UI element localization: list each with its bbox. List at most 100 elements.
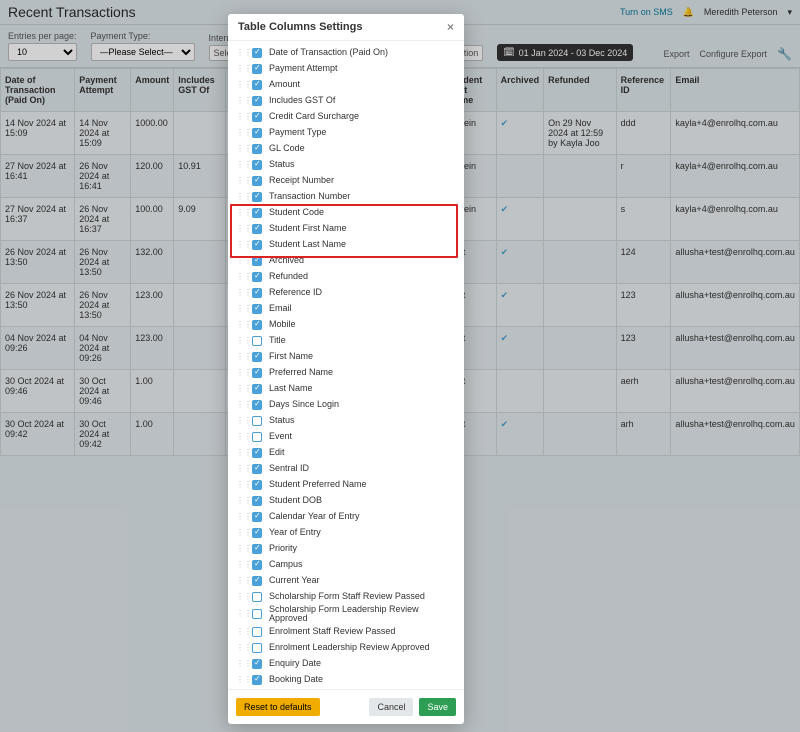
drag-handle-icon[interactable]: ⋮⋮ [236,561,244,569]
column-option[interactable]: ⋮⋮Status [234,413,458,429]
column-option[interactable]: ⋮⋮Title [234,333,458,349]
column-checkbox[interactable] [252,80,262,90]
column-option[interactable]: ⋮⋮Booking Date [234,672,458,688]
column-checkbox[interactable] [252,256,262,266]
drag-handle-icon[interactable]: ⋮⋮ [236,193,244,201]
column-option[interactable]: ⋮⋮Year of Entry [234,525,458,541]
column-checkbox[interactable] [252,208,262,218]
column-option[interactable]: ⋮⋮Enrolment Staff Review Passed [234,624,458,640]
column-checkbox[interactable] [252,464,262,474]
drag-handle-icon[interactable]: ⋮⋮ [236,209,244,217]
column-checkbox[interactable] [252,368,262,378]
column-option[interactable]: ⋮⋮GL Code [234,141,458,157]
column-checkbox[interactable] [252,352,262,362]
column-checkbox[interactable] [252,384,262,394]
column-checkbox[interactable] [252,627,262,637]
drag-handle-icon[interactable]: ⋮⋮ [236,449,244,457]
drag-handle-icon[interactable]: ⋮⋮ [236,65,244,73]
column-option[interactable]: ⋮⋮Credit Card Surcharge [234,109,458,125]
drag-handle-icon[interactable]: ⋮⋮ [236,497,244,505]
column-checkbox[interactable] [252,304,262,314]
drag-handle-icon[interactable]: ⋮⋮ [236,545,244,553]
column-option[interactable]: ⋮⋮Mobile [234,317,458,333]
column-option[interactable]: ⋮⋮Status [234,157,458,173]
drag-handle-icon[interactable]: ⋮⋮ [236,129,244,137]
column-checkbox[interactable] [252,544,262,554]
drag-handle-icon[interactable]: ⋮⋮ [236,610,244,618]
drag-handle-icon[interactable]: ⋮⋮ [236,644,244,652]
cancel-button[interactable]: Cancel [369,698,413,716]
drag-handle-icon[interactable]: ⋮⋮ [236,593,244,601]
drag-handle-icon[interactable]: ⋮⋮ [236,660,244,668]
close-icon[interactable]: × [447,20,454,34]
column-option[interactable]: ⋮⋮Scholarship Form Staff Review Passed [234,589,458,605]
drag-handle-icon[interactable]: ⋮⋮ [236,385,244,393]
save-button[interactable]: Save [419,698,456,716]
drag-handle-icon[interactable]: ⋮⋮ [236,321,244,329]
column-checkbox[interactable] [252,192,262,202]
column-option[interactable]: ⋮⋮Current Year [234,573,458,589]
drag-handle-icon[interactable]: ⋮⋮ [236,161,244,169]
column-option[interactable]: ⋮⋮Student First Name [234,221,458,237]
column-option[interactable]: ⋮⋮Sentral ID [234,461,458,477]
column-checkbox[interactable] [252,560,262,570]
column-option[interactable]: ⋮⋮Last Name [234,381,458,397]
drag-handle-icon[interactable]: ⋮⋮ [236,289,244,297]
column-option[interactable]: ⋮⋮Enrolment Leadership Review Approved [234,640,458,656]
drag-handle-icon[interactable]: ⋮⋮ [236,433,244,441]
column-checkbox[interactable] [252,128,262,138]
drag-handle-icon[interactable]: ⋮⋮ [236,97,244,105]
drag-handle-icon[interactable]: ⋮⋮ [236,49,244,57]
column-checkbox[interactable] [252,272,262,282]
drag-handle-icon[interactable]: ⋮⋮ [236,676,244,684]
column-option[interactable]: ⋮⋮Calendar Year of Entry [234,509,458,525]
column-option[interactable]: ⋮⋮Student Code [234,205,458,221]
column-option[interactable]: ⋮⋮Refunded [234,269,458,285]
column-option[interactable]: ⋮⋮Event [234,429,458,445]
drag-handle-icon[interactable]: ⋮⋮ [236,241,244,249]
column-checkbox[interactable] [252,224,262,234]
column-option[interactable]: ⋮⋮Student Preferred Name [234,477,458,493]
column-checkbox[interactable] [252,609,262,619]
column-option[interactable]: ⋮⋮Student DOB [234,493,458,509]
column-option[interactable]: ⋮⋮Priority [234,541,458,557]
column-checkbox[interactable] [252,48,262,58]
column-option[interactable]: ⋮⋮Payment Attempt [234,61,458,77]
reset-defaults-button[interactable]: Reset to defaults [236,698,320,716]
column-checkbox[interactable] [252,448,262,458]
drag-handle-icon[interactable]: ⋮⋮ [236,481,244,489]
drag-handle-icon[interactable]: ⋮⋮ [236,81,244,89]
column-option[interactable]: ⋮⋮Date of Transaction (Paid On) [234,45,458,61]
drag-handle-icon[interactable]: ⋮⋮ [236,305,244,313]
column-option[interactable]: ⋮⋮First Name [234,349,458,365]
drag-handle-icon[interactable]: ⋮⋮ [236,225,244,233]
column-checkbox[interactable] [252,576,262,586]
column-checkbox[interactable] [252,240,262,250]
column-checkbox[interactable] [252,176,262,186]
column-checkbox[interactable] [252,112,262,122]
drag-handle-icon[interactable]: ⋮⋮ [236,113,244,121]
drag-handle-icon[interactable]: ⋮⋮ [236,529,244,537]
drag-handle-icon[interactable]: ⋮⋮ [236,401,244,409]
column-checkbox[interactable] [252,400,262,410]
column-option[interactable]: ⋮⋮Deletion Scheduled [234,688,458,689]
column-checkbox[interactable] [252,643,262,653]
drag-handle-icon[interactable]: ⋮⋮ [236,337,244,345]
drag-handle-icon[interactable]: ⋮⋮ [236,417,244,425]
column-checkbox[interactable] [252,528,262,538]
drag-handle-icon[interactable]: ⋮⋮ [236,577,244,585]
drag-handle-icon[interactable]: ⋮⋮ [236,177,244,185]
column-checkbox[interactable] [252,320,262,330]
column-checkbox[interactable] [252,144,262,154]
column-option[interactable]: ⋮⋮Preferred Name [234,365,458,381]
drag-handle-icon[interactable]: ⋮⋮ [236,465,244,473]
column-checkbox[interactable] [252,96,262,106]
column-option[interactable]: ⋮⋮Includes GST Of [234,93,458,109]
column-option[interactable]: ⋮⋮Campus [234,557,458,573]
drag-handle-icon[interactable]: ⋮⋮ [236,513,244,521]
column-option[interactable]: ⋮⋮Scholarship Form Leadership Review App… [234,605,458,624]
column-checkbox[interactable] [252,432,262,442]
drag-handle-icon[interactable]: ⋮⋮ [236,273,244,281]
column-checkbox[interactable] [252,160,262,170]
column-checkbox[interactable] [252,288,262,298]
